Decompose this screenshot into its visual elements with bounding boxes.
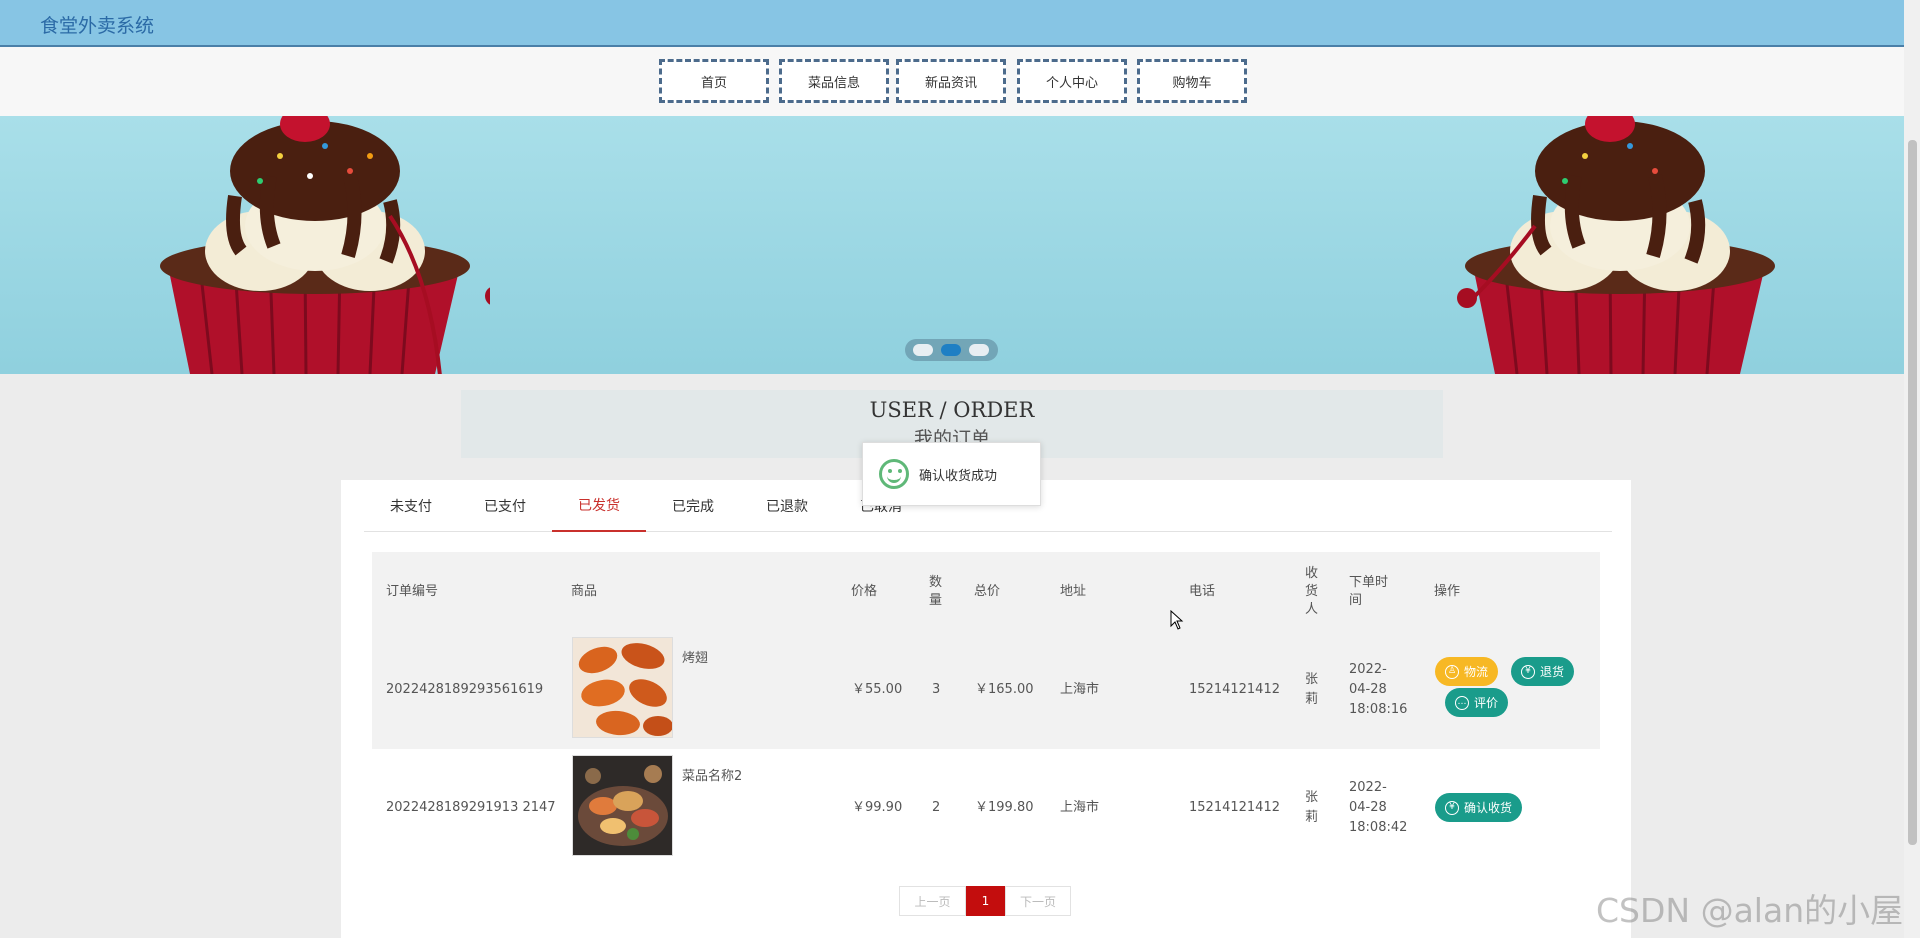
- cupcake-image-right: [1457, 116, 1775, 374]
- receiver: 张莉: [1305, 672, 1319, 707]
- order-time: 2022-04-28 18:08:16: [1349, 662, 1408, 717]
- product-thumbnail[interactable]: [572, 755, 673, 856]
- quantity: 3: [932, 682, 941, 697]
- cupcake-image: [160, 116, 490, 374]
- return-button[interactable]: ¥ 退货: [1511, 657, 1575, 686]
- total: ￥165.00: [975, 682, 1034, 697]
- price: ￥99.90: [852, 800, 903, 815]
- carousel-dot-2[interactable]: [941, 344, 961, 356]
- order-no: 2022428189291913 2147: [386, 800, 556, 815]
- tab-paid[interactable]: 已支付: [458, 480, 552, 532]
- nav-user-center[interactable]: 个人中心: [1017, 59, 1127, 103]
- success-toast: 确认收货成功: [862, 442, 1041, 506]
- mouse-cursor-icon: [1170, 610, 1184, 630]
- quantity: 2: [932, 800, 941, 815]
- scrollbar-thumb[interactable]: [1908, 140, 1917, 845]
- heading-en: USER / ORDER: [869, 398, 1035, 422]
- total: ￥199.80: [975, 800, 1034, 815]
- nav-news[interactable]: 新品资讯: [896, 59, 1006, 103]
- app-title: 食堂外卖系统: [40, 15, 155, 37]
- col-total: 总价: [974, 583, 1001, 599]
- toast-message: 确认收货成功: [919, 468, 998, 484]
- phone: 15214121412: [1189, 682, 1280, 697]
- receiver: 张莉: [1305, 790, 1319, 825]
- address: 上海市: [1060, 800, 1100, 815]
- top-bar: 食堂外卖系统: [0, 0, 1904, 47]
- address: 上海市: [1060, 682, 1100, 697]
- tab-completed[interactable]: 已完成: [646, 480, 740, 532]
- phone: 15214121412: [1189, 800, 1280, 815]
- nav-home[interactable]: 首页: [659, 59, 769, 103]
- col-receiver: 收货人: [1305, 565, 1319, 617]
- comment-icon: …: [1455, 695, 1469, 710]
- product-thumbnail[interactable]: [572, 637, 673, 738]
- product-name[interactable]: 菜品名称2: [682, 765, 742, 784]
- next-page-button[interactable]: 下一页: [1005, 886, 1071, 916]
- carousel-dot-1[interactable]: [913, 344, 933, 356]
- confirm-receipt-button[interactable]: ¥ 确认收货: [1435, 793, 1523, 822]
- smile-icon: [879, 459, 909, 489]
- order-no: 2022428189293561619: [386, 682, 544, 697]
- grilled-wings-image: [573, 638, 672, 737]
- order-panel: 未支付 已支付 已发货 已完成 已退款 已取消 订单编号 商品 价格 数量 总价…: [341, 480, 1631, 938]
- price: ￥55.00: [852, 682, 903, 697]
- col-product: 商品: [571, 583, 598, 599]
- carousel-dot-3[interactable]: [969, 344, 989, 356]
- carousel-indicator: [905, 339, 998, 361]
- banner-carousel[interactable]: [0, 116, 1904, 374]
- tab-shipped[interactable]: 已发货: [552, 480, 646, 532]
- table-row: 2022428189293561619 烤翅 ￥55.00 3 ￥165.00 …: [372, 631, 1600, 749]
- order-time: 2022-04-28 18:08:42: [1349, 780, 1408, 835]
- order-table: 订单编号 商品 价格 数量 总价 地址 电话 收货人 下单时间 操作 20224…: [372, 552, 1600, 867]
- yen-icon: ¥: [1521, 664, 1535, 679]
- logistics-button[interactable]: ♙ 物流: [1435, 657, 1499, 686]
- watermark: CSDN @alan的小屋: [1596, 891, 1904, 930]
- col-phone: 电话: [1189, 583, 1216, 599]
- col-price: 价格: [851, 583, 878, 599]
- review-button[interactable]: … 评价: [1445, 688, 1509, 717]
- page-1-button[interactable]: 1: [966, 886, 1005, 916]
- tab-refunded[interactable]: 已退款: [740, 480, 834, 532]
- col-qty: 数量: [929, 574, 943, 608]
- table-header: 订单编号 商品 价格 数量 总价 地址 电话 收货人 下单时间 操作: [372, 552, 1600, 631]
- yen-icon: ¥: [1445, 800, 1459, 815]
- col-time: 下单时间: [1349, 574, 1389, 608]
- prev-page-button[interactable]: 上一页: [899, 886, 966, 916]
- page-scrollbar[interactable]: [1904, 0, 1920, 938]
- nav-cart[interactable]: 购物车: [1137, 59, 1247, 103]
- nav-dishes[interactable]: 菜品信息: [779, 59, 889, 103]
- tab-unpaid[interactable]: 未支付: [364, 480, 458, 532]
- user-icon: ♙: [1445, 664, 1459, 679]
- product-name[interactable]: 烤翅: [682, 647, 708, 666]
- main-nav: 首页 菜品信息 新品资讯 个人中心 购物车: [0, 47, 1904, 116]
- dish-platter-image: [573, 756, 672, 855]
- col-order-no: 订单编号: [386, 583, 439, 599]
- table-row: 2022428189291913 2147 菜品名称2 ￥99.90 2 ￥19…: [372, 749, 1600, 867]
- col-address: 地址: [1060, 583, 1087, 599]
- col-actions: 操作: [1434, 583, 1461, 599]
